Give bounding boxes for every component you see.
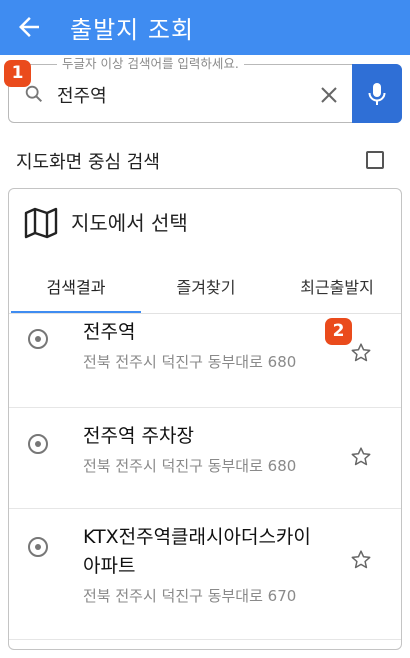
list-item[interactable]: 전주역 주차장 전북 전주시 덕진구 동부대로 680	[9, 408, 401, 509]
star-icon[interactable]	[349, 341, 373, 365]
result-name: KTX전주역클래시아더스카이아파트	[83, 526, 311, 577]
radio-icon[interactable]	[28, 537, 48, 557]
tab-bar: 검색결과 즐겨찾기 최근출발지	[9, 264, 401, 314]
radio-icon[interactable]	[28, 329, 48, 349]
map-select-button[interactable]: 지도에서 선택	[9, 189, 401, 253]
page-title: 출발지 조회	[70, 16, 195, 44]
back-arrow-icon[interactable]	[14, 12, 44, 42]
center-search-checkbox[interactable]	[366, 151, 384, 169]
app-bar: 출발지 조회	[0, 0, 410, 55]
star-icon[interactable]	[349, 548, 373, 572]
voice-search-button[interactable]	[352, 64, 402, 123]
map-icon	[24, 207, 58, 239]
center-search-label: 지도화면 중심 검색	[16, 152, 160, 173]
clear-icon[interactable]	[317, 83, 341, 107]
center-search-row[interactable]: 지도화면 중심 검색	[16, 145, 396, 175]
result-address: 전북 전주시 덕진구 동부대로 680	[83, 457, 297, 475]
tab-favorites[interactable]: 즐겨찾기	[141, 264, 271, 313]
result-list: 전주역 전북 전주시 덕진구 동부대로 680 전주역 주차장 전북 전주시 덕…	[9, 315, 401, 640]
microphone-icon	[368, 83, 386, 105]
tab-recent-origins[interactable]: 최근출발지	[271, 264, 401, 313]
tab-search-results[interactable]: 검색결과	[11, 264, 141, 313]
search-field: 두글자 이상 검색어를 입력하세요.	[8, 56, 402, 123]
radio-icon[interactable]	[28, 434, 48, 454]
list-item[interactable]: KTX전주역클래시아더스카이아파트 전북 전주시 덕진구 동부대로 670	[9, 509, 401, 640]
step-badge-2: 2	[325, 318, 352, 345]
search-hint-label: 두글자 이상 검색어를 입력하세요.	[57, 56, 244, 72]
result-name: 전주역	[83, 321, 136, 343]
result-address: 전북 전주시 덕진구 동부대로 670	[83, 587, 297, 605]
search-input[interactable]	[57, 81, 307, 109]
result-name: 전주역 주차장	[83, 425, 194, 447]
star-icon[interactable]	[349, 445, 373, 469]
result-address: 전북 전주시 덕진구 동부대로 680	[83, 353, 297, 371]
map-select-label: 지도에서 선택	[71, 211, 188, 235]
step-badge-1: 1	[4, 60, 31, 87]
result-card: 지도에서 선택 검색결과 즐겨찾기 최근출발지 전주역 전북 전주시 덕진구 동…	[8, 188, 402, 650]
